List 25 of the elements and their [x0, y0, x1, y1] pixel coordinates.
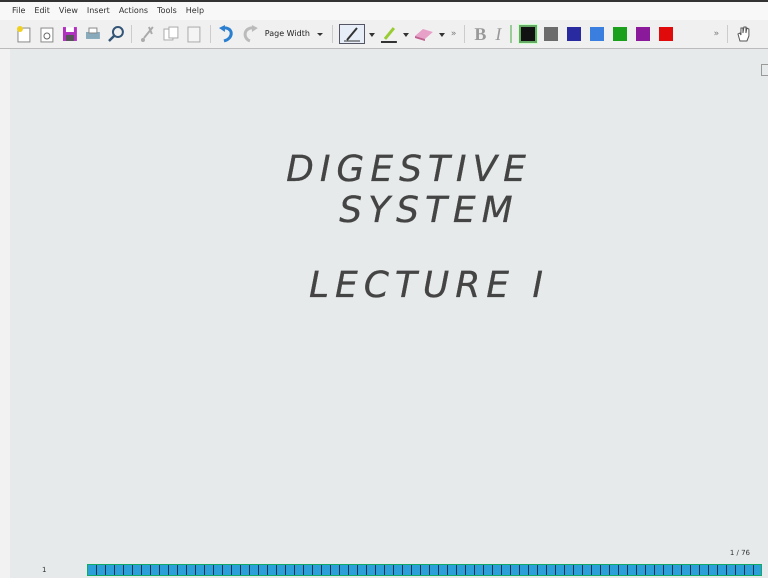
color-swatch[interactable]: [634, 25, 652, 43]
handwritten-text: LECTURE I: [308, 265, 550, 306]
menu-item[interactable]: Actions: [118, 6, 148, 19]
page-corner-icon: [761, 64, 768, 76]
color-swatch[interactable]: [611, 25, 629, 43]
handwritten-text: DIGESTIVE: [286, 149, 532, 190]
menu-item[interactable]: View: [58, 6, 78, 19]
color-swatch[interactable]: [542, 25, 560, 43]
pen-button[interactable]: [339, 24, 366, 44]
zoom-dropdown[interactable]: Page Width: [262, 29, 326, 39]
menu-item[interactable]: Help: [186, 6, 204, 19]
menu-item[interactable]: Tools: [157, 6, 177, 19]
menu-item[interactable]: Edit: [34, 6, 50, 19]
search-icon[interactable]: [106, 24, 126, 44]
page-strip[interactable]: [87, 564, 762, 576]
color-swatch[interactable]: [656, 25, 675, 43]
color-swatch[interactable]: [588, 25, 606, 43]
menu-item[interactable]: Insert: [86, 6, 110, 19]
overflow-button[interactable]: »: [448, 29, 458, 39]
handwritten-text: SYSTEM: [339, 190, 519, 231]
color-swatch[interactable]: [519, 25, 538, 43]
color-swatch[interactable]: [565, 25, 584, 43]
menu-item[interactable]: File: [12, 6, 26, 19]
highlighter-icon[interactable]: [379, 24, 400, 44]
overflow-button[interactable]: »: [712, 29, 722, 39]
